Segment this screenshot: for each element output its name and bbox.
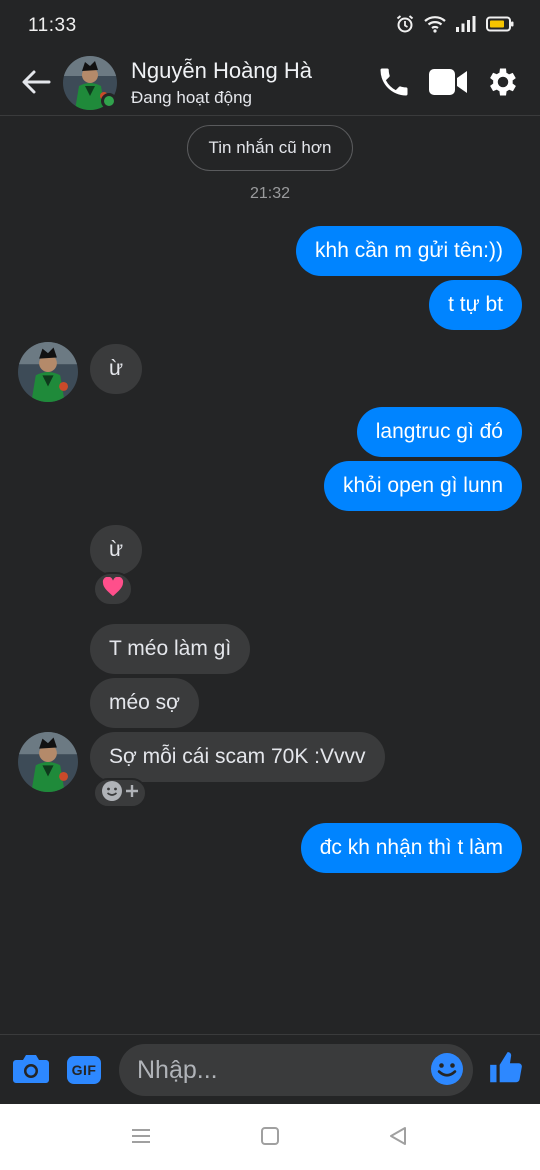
chat-header: Nguyễn Hoàng Hà Đang hoạt động [0, 52, 540, 116]
emoji-icon [101, 780, 123, 807]
message-input[interactable] [119, 1044, 473, 1096]
sender-avatar[interactable] [18, 342, 78, 402]
message-reaction[interactable] [93, 572, 133, 606]
arrow-left-icon [21, 69, 51, 100]
message-bubble-incoming[interactable]: T méo làm gì [90, 624, 251, 674]
status-icons [395, 14, 514, 39]
message-bubble-incoming[interactable]: Sợ mỗi cái scam 70K :Vvvv [90, 732, 385, 782]
settings-button[interactable] [481, 62, 525, 106]
back-triangle-icon [387, 1125, 409, 1152]
online-indicator [101, 93, 117, 109]
gear-icon [485, 64, 521, 105]
system-nav-bar [0, 1104, 540, 1170]
emoji-button[interactable] [430, 1052, 464, 1086]
emoji-icon [430, 1053, 464, 1090]
signal-icon [455, 15, 477, 37]
status-bar: 11:33 [0, 0, 540, 52]
wifi-icon [424, 15, 446, 38]
home-button[interactable] [256, 1124, 284, 1152]
message-bubble-incoming[interactable]: ừ [90, 344, 143, 394]
like-button[interactable] [486, 1050, 526, 1090]
recent-apps-button[interactable] [127, 1124, 155, 1152]
message-bubble-outgoing[interactable]: khh cần m gửi tên:)) [296, 226, 522, 276]
message-bubble-incoming[interactable]: ừ [90, 525, 143, 575]
video-call-button[interactable] [426, 62, 470, 106]
avatar-image [18, 732, 78, 792]
gif-button[interactable]: GIF [67, 1056, 101, 1084]
back-button[interactable] [18, 66, 54, 102]
menu-icon [130, 1127, 152, 1150]
camera-icon [12, 1052, 50, 1089]
system-back-button[interactable] [384, 1124, 412, 1152]
video-icon [428, 67, 468, 102]
alarm-icon [395, 14, 415, 39]
plus-icon [125, 784, 139, 803]
thumbs-up-icon [487, 1049, 525, 1092]
message-bubble-outgoing[interactable]: langtruc gì đó [356, 407, 522, 457]
add-reaction-button[interactable] [93, 778, 147, 808]
call-button[interactable] [372, 62, 416, 106]
message-composer: GIF [0, 1034, 540, 1104]
contact-name[interactable]: Nguyễn Hoàng Hà [131, 58, 312, 84]
message-bubble-outgoing[interactable]: khỏi open gì lunn [324, 461, 522, 511]
phone-icon [376, 64, 412, 105]
contact-status: Đang hoạt động [131, 88, 252, 107]
message-timestamp: 21:32 [249, 185, 291, 202]
home-icon [260, 1126, 280, 1151]
avatar-image [18, 342, 78, 402]
battery-icon [486, 16, 514, 37]
sender-avatar[interactable] [18, 732, 78, 792]
older-messages-button[interactable]: Tin nhắn cũ hơn [187, 125, 353, 171]
status-time: 11:33 [28, 15, 77, 36]
message-bubble-outgoing[interactable]: t tự bt [429, 280, 522, 330]
message-bubble-incoming[interactable]: méo sợ [90, 678, 199, 728]
camera-button[interactable] [11, 1050, 51, 1090]
heart-icon [102, 576, 124, 602]
message-bubble-outgoing[interactable]: đc kh nhận thì t làm [300, 823, 522, 873]
